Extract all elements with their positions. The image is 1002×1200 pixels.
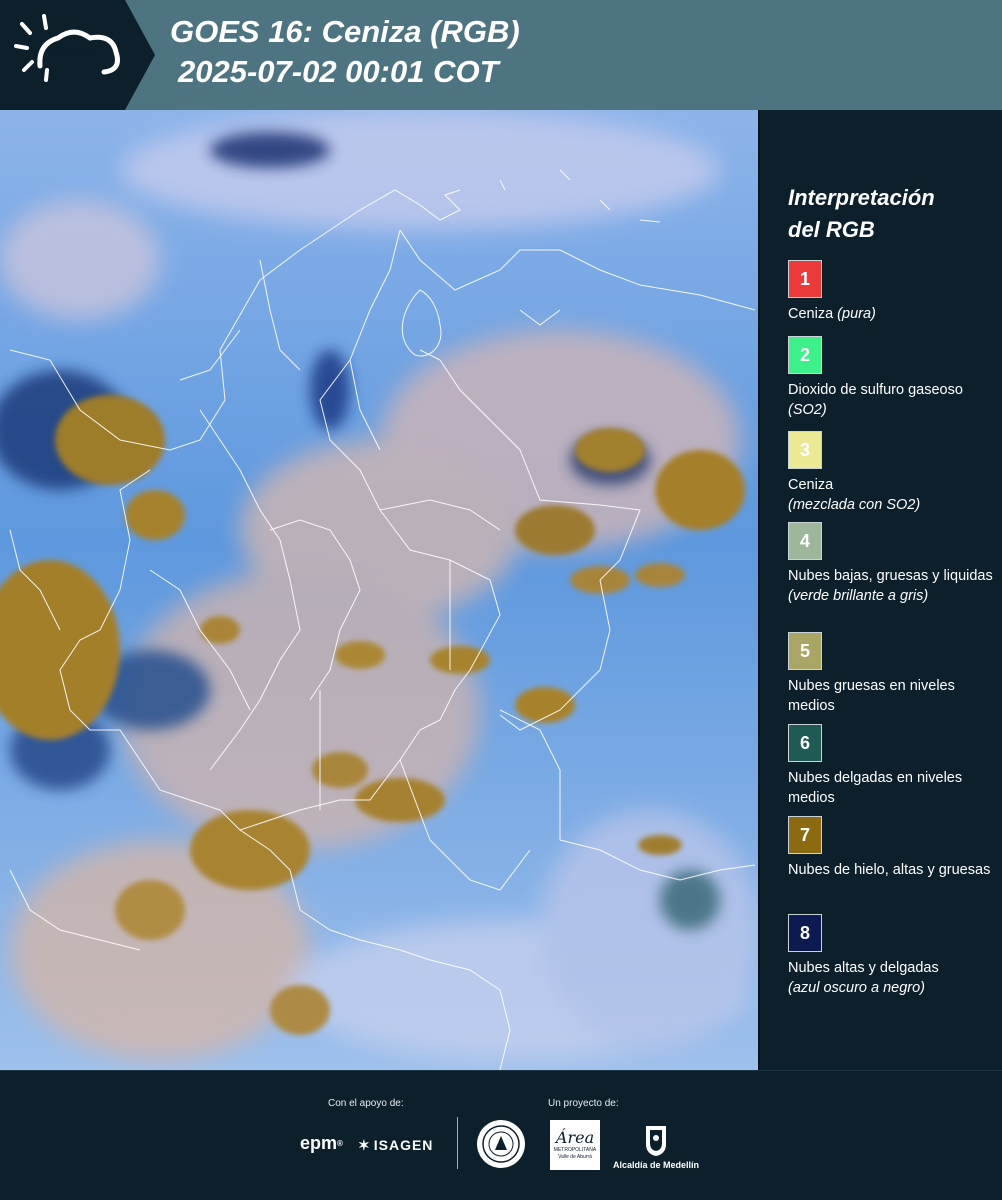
- support-caption: Con el apoyo de:: [328, 1098, 404, 1109]
- legend-swatch-8: 8: [788, 914, 822, 952]
- isagen-mark-icon: ✶: [358, 1136, 371, 1153]
- footer-divider: [457, 1117, 458, 1169]
- legend-label-7: Nubes de hielo, altas y gruesas: [788, 862, 991, 878]
- ash-rgb-image: [0, 110, 758, 1070]
- legend-swatch-6: 6: [788, 724, 822, 762]
- legend-label-5: Nubes gruesas en niveles medios: [788, 678, 955, 714]
- seal-emblem-icon: [482, 1125, 520, 1163]
- legend-swatch-4: 4: [788, 522, 822, 560]
- alcaldia-text: Alcaldía de Medellín: [612, 1160, 700, 1170]
- legend-item-5: 5 Nubes gruesas en niveles medios: [788, 632, 998, 716]
- legend-label-4: Nubes bajas, gruesas y liquidas (verde br…: [788, 568, 993, 604]
- coat-of-arms-icon: [646, 1126, 666, 1156]
- legend-item-4: 4 Nubes bajas, gruesas y liquidas (verde …: [788, 522, 998, 606]
- isagen-logo[interactable]: ✶ ISAGEN: [358, 1133, 433, 1157]
- legend-swatch-3: 3: [788, 431, 822, 469]
- area-metro-subtext-2: Valle de Aburrá: [558, 1154, 592, 1160]
- legend-title-line1: Interpretación: [788, 185, 935, 210]
- footer-bar: Con el apoyo de: Un proyecto de: epm ® ✶ …: [0, 1070, 1002, 1200]
- header-bar: SIATA GOES 16: Ceniza (RGB) 2025-07-02 0…: [0, 0, 1002, 110]
- siata-logo[interactable]: SIATA: [0, 0, 155, 110]
- legend-item-3: 3 Ceniza (mezclada con SO2): [788, 431, 998, 515]
- satellite-map[interactable]: [0, 110, 760, 1070]
- legend-item-1: 1 Ceniza (pura): [788, 260, 998, 324]
- legend-item-6: 6 Nubes delgadas en niveles medios: [788, 724, 998, 808]
- alcaldia-medellin-logo[interactable]: Alcaldía de Medellín: [608, 1119, 704, 1173]
- legend-label-3: Ceniza (mezclada con SO2): [788, 477, 921, 513]
- area-metro-subtext: METROPOLITANA: [553, 1147, 597, 1153]
- epm-logo[interactable]: epm ®: [300, 1131, 343, 1155]
- seal-logo-icon[interactable]: [477, 1120, 525, 1168]
- legend-label-1: Ceniza (pura): [788, 306, 876, 322]
- epm-text: epm: [300, 1132, 338, 1153]
- legend-swatch-5: 5: [788, 632, 822, 670]
- legend-label-2: Dioxido de sulfuro gaseoso (SO2): [788, 382, 963, 418]
- area-metropolitana-logo[interactable]: Área METROPOLITANA Valle de Aburrá: [550, 1120, 600, 1170]
- product-title: GOES 16: Ceniza (RGB): [170, 14, 520, 49]
- legend-panel: Interpretación del RGB 1 Ceniza (pura) 2…: [762, 110, 1002, 1070]
- legend-item-7: 7 Nubes de hielo, altas y gruesas: [788, 816, 998, 880]
- legend-label-6: Nubes delgadas en niveles medios: [788, 770, 963, 806]
- legend-swatch-2: 2: [788, 336, 822, 374]
- legend-swatch-7: 7: [788, 816, 822, 854]
- area-metro-text: Área: [555, 1128, 595, 1147]
- legend-title: Interpretación del RGB: [788, 182, 935, 246]
- legend-title-line2: del RGB: [788, 217, 875, 242]
- legend-label-8: Nubes altas y delgadas (azul oscuro a neg…: [788, 960, 939, 996]
- legend-item-8: 8 Nubes altas y delgadas (azul oscuro a n…: [788, 914, 998, 998]
- project-caption: Un proyecto de:: [548, 1098, 619, 1109]
- timestamp: 2025-07-02 00:01 COT: [178, 54, 499, 89]
- isagen-text: ISAGEN: [373, 1137, 434, 1153]
- brand-text: SIATA: [50, 44, 101, 63]
- legend-swatch-1: 1: [788, 260, 822, 298]
- legend-item-2: 2 Dioxido de sulfuro gaseoso (SO2): [788, 336, 998, 420]
